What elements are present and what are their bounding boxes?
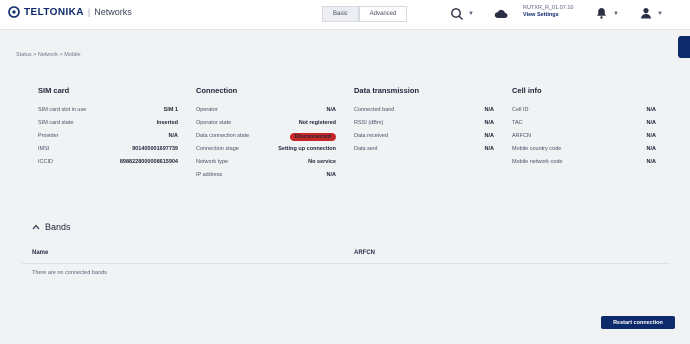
connection-row-stage: Connection stage Setting up connection: [196, 146, 336, 159]
row-label: Provider: [38, 133, 59, 139]
bands-toggle[interactable]: Bands: [32, 222, 71, 232]
account-chevron-down-icon[interactable]: ▼: [657, 11, 663, 17]
chevron-up-icon: [32, 224, 40, 230]
row-label: IP address: [196, 172, 223, 178]
row-value: No service: [308, 159, 336, 165]
teltonika-logo-icon: [8, 6, 20, 18]
row-label: SIM card state: [38, 120, 74, 126]
connection-row-operator-state: Operator state Not registered: [196, 120, 336, 133]
mode-switch: Basic Advanced: [322, 6, 408, 22]
view-settings-link[interactable]: View Settings: [523, 12, 573, 19]
sim-card-title: SIM card: [38, 86, 70, 95]
row-label: Cell ID: [512, 107, 529, 113]
sim-row-provider: Provider N/A: [38, 133, 178, 146]
cell-info-title: Cell info: [512, 86, 542, 95]
breadcrumb: Status > Network > Mobile: [16, 52, 81, 58]
mode-basic-button[interactable]: Basic: [322, 6, 359, 22]
firmware-version: RUTXR_R_01.07.10: [523, 5, 574, 11]
row-value: SIM 1: [163, 107, 178, 113]
row-label: Data connection state: [196, 133, 250, 139]
bands-table-header: Name ARFCN: [22, 244, 670, 264]
connection-row-ip: IP address N/A: [196, 172, 336, 185]
cell-row-mcc: Mobile country code N/A: [512, 146, 656, 159]
bell-icon[interactable]: [596, 7, 607, 19]
row-label: Data sent: [354, 146, 378, 152]
row-label: Mobile network code: [512, 159, 563, 165]
logo[interactable]: TELTONIKA | Networks: [8, 6, 132, 18]
row-value: N/A: [646, 159, 656, 165]
data-transmission-section: Data transmission Connected band N/A RSS…: [354, 86, 494, 159]
sim-row-slot: SIM card slot in use SIM 1: [38, 107, 178, 120]
status-badge: Disconnected: [289, 133, 336, 141]
transmission-row-received: Data received N/A: [354, 133, 494, 146]
sim-row-state: SIM card state Inserted: [38, 120, 178, 133]
row-label: IMSI: [38, 146, 50, 152]
sim-row-imsi: IMSI 901405001697739: [38, 146, 178, 159]
cloud-icon[interactable]: [494, 8, 508, 20]
row-value: Setting up connection: [278, 146, 336, 152]
row-value: Inserted: [156, 120, 178, 126]
row-label: Connection stage: [196, 146, 239, 152]
brand-name: TELTONIKA: [24, 6, 84, 18]
row-label: ARFCN: [512, 133, 531, 139]
row-value: N/A: [646, 133, 656, 139]
transmission-row-rssi: RSSI (dBm) N/A: [354, 120, 494, 133]
row-label: Data received: [354, 133, 388, 139]
row-value: N/A: [484, 107, 494, 113]
connection-row-network-type: Network type No service: [196, 159, 336, 172]
connection-section: Connection Operator N/A Operator state N…: [196, 86, 336, 185]
cell-row-mnc: Mobile network code N/A: [512, 159, 656, 172]
row-label: RSSI (dBm): [354, 120, 384, 126]
row-label: Mobile country code: [512, 146, 562, 152]
cell-row-tac: TAC N/A: [512, 120, 656, 133]
search-chevron-down-icon[interactable]: ▼: [468, 11, 474, 17]
bands-title: Bands: [45, 222, 71, 232]
cell-info-section: Cell info Cell ID N/A TAC N/A ARFCN N/A …: [512, 86, 656, 172]
firmware-info: RUTXR_R_01.07.10 View Settings: [523, 5, 573, 19]
row-value: N/A: [484, 133, 494, 139]
bands-empty-message: There are no connected bands: [32, 270, 107, 276]
row-label: Connected band: [354, 107, 395, 113]
brand-separator: |: [87, 7, 91, 17]
row-value: N/A: [168, 133, 178, 139]
row-label: Operator: [196, 107, 218, 113]
row-value: N/A: [646, 107, 656, 113]
row-value: 8988228000008615904: [119, 159, 178, 165]
cell-row-id: Cell ID N/A: [512, 107, 656, 120]
row-label: SIM card slot in use: [38, 107, 87, 113]
user-icon[interactable]: [640, 7, 652, 19]
row-value: N/A: [484, 146, 494, 152]
connection-row-data-state: Data connection state Disconnected: [196, 133, 336, 146]
data-transmission-title: Data transmission: [354, 86, 420, 95]
brand-section: Networks: [94, 7, 132, 17]
cell-row-arfcn: ARFCN N/A: [512, 133, 656, 146]
notifications-chevron-down-icon[interactable]: ▼: [613, 11, 619, 17]
row-value: N/A: [484, 120, 494, 126]
row-value: N/A: [646, 120, 656, 126]
row-label: TAC: [512, 120, 523, 126]
row-value: N/A: [326, 172, 336, 178]
row-value: N/A: [326, 107, 336, 113]
sidebar-toggle-button[interactable]: [678, 36, 690, 58]
sim-row-iccid: ICCID 8988228000008615904: [38, 159, 178, 172]
row-value: Not registered: [298, 120, 336, 126]
row-value: 901405001697739: [132, 146, 178, 152]
mode-advanced-button[interactable]: Advanced: [358, 6, 408, 22]
row-value: N/A: [646, 146, 656, 152]
restart-connection-button[interactable]: Restart connection: [601, 316, 675, 329]
top-bar: TELTONIKA | Networks Basic Advanced ▼ RU…: [0, 0, 690, 30]
row-label: ICCID: [38, 159, 53, 165]
transmission-row-band: Connected band N/A: [354, 107, 494, 120]
row-label: Network type: [196, 159, 229, 165]
connection-row-operator: Operator N/A: [196, 107, 336, 120]
search-icon[interactable]: [450, 7, 464, 21]
transmission-row-sent: Data sent N/A: [354, 146, 494, 159]
connection-title: Connection: [196, 86, 238, 95]
column-name: Name: [32, 250, 49, 256]
sim-card-section: SIM card SIM card slot in use SIM 1 SIM …: [38, 86, 178, 172]
row-label: Operator state: [196, 120, 232, 126]
column-arfcn: ARFCN: [354, 250, 375, 256]
